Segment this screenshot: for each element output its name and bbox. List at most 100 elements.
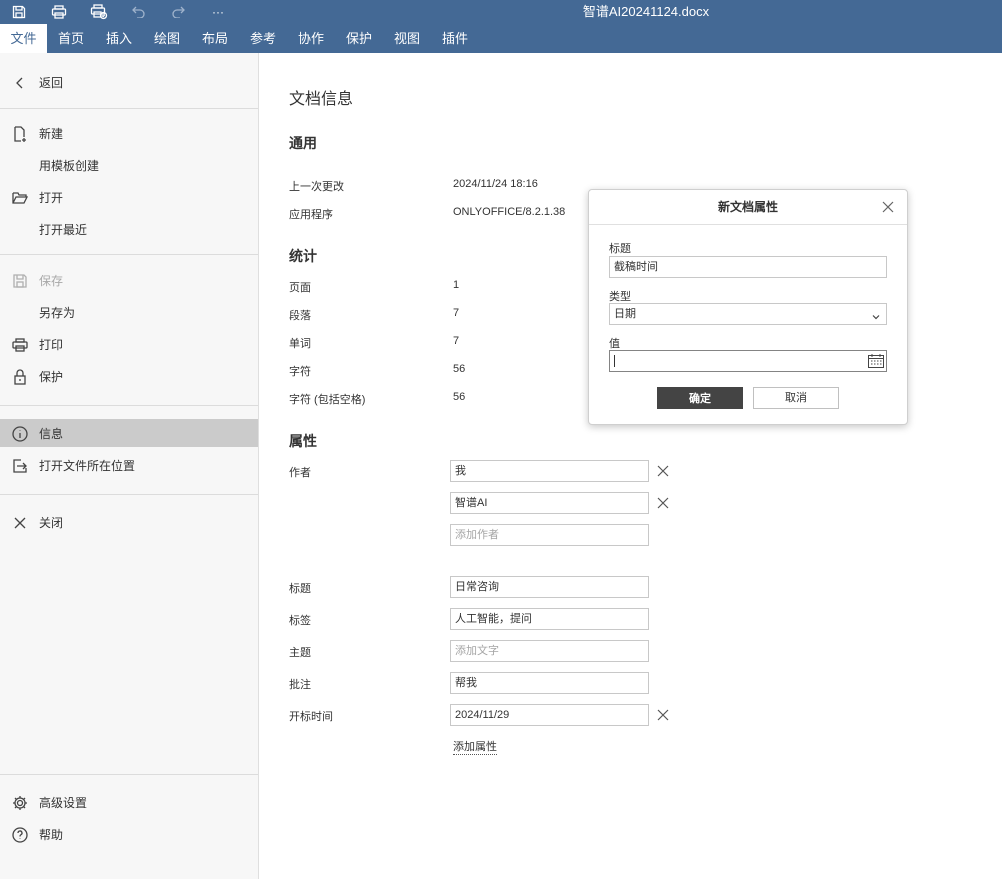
- title-field[interactable]: 日常咨询: [450, 576, 649, 598]
- sidebar-item-label: 信息: [39, 426, 64, 441]
- sidebar-item-label: 新建: [39, 126, 64, 141]
- cancel-button[interactable]: 取消: [753, 387, 839, 409]
- add-property-link[interactable]: 添加属性: [453, 740, 497, 755]
- sidebar-item-label: 返回: [39, 75, 64, 90]
- sidebar-item-print[interactable]: 打印: [0, 330, 258, 358]
- open-location-icon: [11, 457, 29, 475]
- sidebar-item-label: 打印: [39, 337, 64, 352]
- chevron-left-icon: [11, 74, 29, 92]
- tab-collaboration[interactable]: 协作: [289, 24, 333, 53]
- page-title: 文档信息: [289, 91, 354, 108]
- sidebar-item-close[interactable]: 关闭: [0, 508, 258, 536]
- sidebar-divider: [0, 405, 258, 406]
- subject-label: 主题: [289, 647, 311, 659]
- characters-with-spaces-value: 56: [453, 391, 466, 403]
- sidebar-item-from-template[interactable]: 用模板创建: [0, 151, 258, 179]
- menu-bar: 文件 首页 插入 绘图 布局 参考 协作 保护 视图 插件: [0, 24, 1002, 53]
- close-icon[interactable]: [881, 200, 895, 214]
- tab-file[interactable]: 文件: [0, 24, 47, 53]
- sidebar-item-new[interactable]: 新建: [0, 119, 258, 147]
- characters-with-spaces-label: 字符 (包括空格): [289, 394, 366, 406]
- print-icon: [11, 336, 29, 354]
- custom-property-field[interactable]: 2024/11/29: [450, 704, 649, 726]
- tab-protection[interactable]: 保护: [337, 24, 381, 53]
- sidebar-item-open-location[interactable]: 打开文件所在位置: [0, 451, 258, 479]
- sidebar-divider: [0, 774, 258, 775]
- remove-author-icon[interactable]: [655, 463, 671, 479]
- tab-home[interactable]: 首页: [49, 24, 93, 53]
- remove-property-icon[interactable]: [655, 707, 671, 723]
- last-modified-label: 上一次更改: [289, 181, 344, 193]
- document-info-panel: 文档信息 通用 上一次更改 2024/11/24 18:16 应用程序 ONLY…: [260, 53, 1002, 879]
- sidebar-item-save-as[interactable]: 另存为: [0, 298, 258, 326]
- title-label: 标题: [289, 583, 311, 595]
- last-modified-value: 2024/11/24 18:16: [453, 178, 538, 190]
- gear-icon: [11, 794, 29, 812]
- pages-label: 页面: [289, 282, 311, 294]
- sidebar-item-label: 打开: [39, 190, 64, 205]
- comment-field[interactable]: 帮我: [450, 672, 649, 694]
- close-icon: [11, 514, 29, 532]
- application-value: ONLYOFFICE/8.2.1.38: [453, 206, 566, 218]
- characters-value: 56: [453, 363, 466, 375]
- folder-open-icon: [11, 189, 29, 207]
- sidebar-item-label: 打开文件所在位置: [39, 458, 136, 473]
- tab-references[interactable]: 参考: [241, 24, 285, 53]
- comment-label: 批注: [289, 679, 311, 691]
- dialog-title-input[interactable]: 截稿时间: [609, 256, 887, 278]
- dialog-type-label: 类型: [609, 291, 631, 303]
- dialog-value-label: 值: [609, 338, 620, 350]
- dialog-type-select[interactable]: 日期: [609, 303, 887, 325]
- sidebar-item-label: 关闭: [39, 515, 64, 530]
- sidebar-item-label: 打开最近: [39, 222, 88, 237]
- sidebar-item-back[interactable]: 返回: [0, 68, 258, 96]
- pages-value: 1: [453, 279, 460, 291]
- dialog-type-value: 日期: [614, 308, 636, 320]
- sidebar-item-open[interactable]: 打开: [0, 183, 258, 211]
- sidebar-item-label: 帮助: [39, 827, 64, 842]
- sidebar-item-open-recent[interactable]: 打开最近: [0, 215, 258, 243]
- calendar-icon[interactable]: [867, 353, 885, 369]
- tags-label: 标签: [289, 615, 311, 627]
- new-property-dialog: 新文档属性 标题 截稿时间 类型 日期 值 确定 取消: [588, 189, 908, 425]
- sidebar-item-label: 保护: [39, 369, 64, 384]
- file-sidebar: 返回 新建 用模板创建 打开 打开最近 保存 另存为 打印 保护 信息 打开文件…: [0, 53, 259, 879]
- paragraphs-label: 段落: [289, 310, 311, 322]
- save-icon: [11, 272, 29, 290]
- author-field[interactable]: 我: [450, 460, 649, 482]
- sidebar-item-label: 高级设置: [39, 795, 88, 810]
- sidebar-item-label: 保存: [39, 273, 64, 288]
- help-icon: [11, 826, 29, 844]
- application-label: 应用程序: [289, 209, 333, 221]
- paragraphs-value: 7: [453, 307, 460, 319]
- sidebar-item-label: 另存为: [39, 305, 76, 320]
- remove-author-icon[interactable]: [655, 495, 671, 511]
- sidebar-divider: [0, 494, 258, 495]
- sidebar-item-advanced-settings[interactable]: 高级设置: [0, 788, 258, 816]
- lock-icon: [11, 368, 29, 386]
- author-field[interactable]: 智谱AI: [450, 492, 649, 514]
- new-document-icon: [11, 125, 29, 143]
- sidebar-item-info[interactable]: 信息: [0, 419, 258, 447]
- subject-field[interactable]: 添加文字: [450, 640, 649, 662]
- section-statistics-heading: 统计: [289, 248, 317, 264]
- tab-draw[interactable]: 绘图: [145, 24, 189, 53]
- sidebar-item-save: 保存: [0, 266, 258, 294]
- tab-insert[interactable]: 插入: [97, 24, 141, 53]
- dialog-title: 新文档属性: [717, 200, 778, 214]
- document-title: 智谱AI20241124.docx: [582, 4, 710, 19]
- sidebar-item-protect[interactable]: 保护: [0, 362, 258, 390]
- sidebar-item-help[interactable]: 帮助: [0, 820, 258, 848]
- tags-field[interactable]: 人工智能，提问: [450, 608, 649, 630]
- info-icon: [11, 425, 29, 443]
- tab-layout[interactable]: 布局: [193, 24, 237, 53]
- dialog-value-input[interactable]: [609, 350, 887, 372]
- tab-plugins[interactable]: 插件: [433, 24, 477, 53]
- dialog-title-label: 标题: [609, 243, 631, 255]
- ok-button[interactable]: 确定: [657, 387, 743, 409]
- tab-view[interactable]: 视图: [385, 24, 429, 53]
- dialog-header: 新文档属性: [589, 190, 907, 225]
- text-caret: [614, 355, 615, 367]
- author-label: 作者: [289, 467, 311, 479]
- add-author-input[interactable]: 添加作者: [450, 524, 649, 546]
